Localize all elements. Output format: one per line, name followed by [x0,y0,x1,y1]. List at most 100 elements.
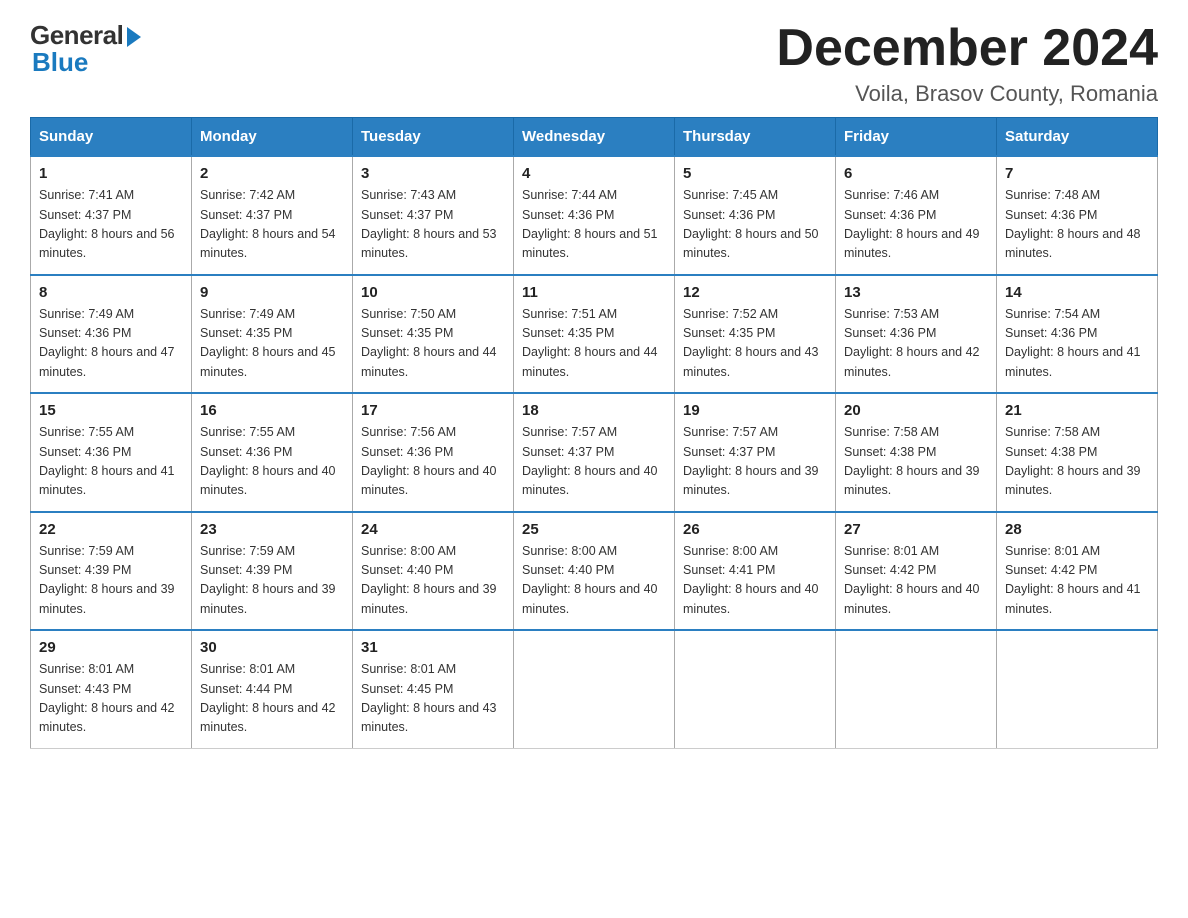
day-number: 8 [39,284,183,301]
day-number: 13 [844,284,988,301]
calendar-day-cell: 22 Sunrise: 7:59 AM Sunset: 4:39 PM Dayl… [31,512,192,631]
day-info: Sunrise: 7:46 AM Sunset: 4:36 PM Dayligh… [844,186,988,264]
calendar-day-cell: 31 Sunrise: 8:01 AM Sunset: 4:45 PM Dayl… [353,630,514,748]
day-info: Sunrise: 7:50 AM Sunset: 4:35 PM Dayligh… [361,305,505,383]
calendar-table: Sunday Monday Tuesday Wednesday Thursday… [30,117,1158,749]
day-info: Sunrise: 7:55 AM Sunset: 4:36 PM Dayligh… [39,423,183,501]
location-text: Voila, Brasov County, Romania [776,81,1158,107]
day-info: Sunrise: 7:57 AM Sunset: 4:37 PM Dayligh… [522,423,666,501]
calendar-day-cell [675,630,836,748]
header-wednesday: Wednesday [514,118,675,157]
calendar-day-cell [514,630,675,748]
day-info: Sunrise: 7:55 AM Sunset: 4:36 PM Dayligh… [200,423,344,501]
week-row-4: 22 Sunrise: 7:59 AM Sunset: 4:39 PM Dayl… [31,512,1158,631]
calendar-day-cell: 12 Sunrise: 7:52 AM Sunset: 4:35 PM Dayl… [675,275,836,394]
calendar-day-cell: 28 Sunrise: 8:01 AM Sunset: 4:42 PM Dayl… [997,512,1158,631]
day-info: Sunrise: 7:57 AM Sunset: 4:37 PM Dayligh… [683,423,827,501]
calendar-day-cell: 20 Sunrise: 7:58 AM Sunset: 4:38 PM Dayl… [836,393,997,512]
day-info: Sunrise: 7:41 AM Sunset: 4:37 PM Dayligh… [39,186,183,264]
day-info: Sunrise: 8:00 AM Sunset: 4:40 PM Dayligh… [361,542,505,620]
day-number: 30 [200,639,344,656]
logo-arrow-icon [127,27,141,47]
day-number: 9 [200,284,344,301]
day-info: Sunrise: 7:42 AM Sunset: 4:37 PM Dayligh… [200,186,344,264]
day-number: 15 [39,402,183,419]
calendar-day-cell: 30 Sunrise: 8:01 AM Sunset: 4:44 PM Dayl… [192,630,353,748]
day-number: 27 [844,521,988,538]
calendar-day-cell: 17 Sunrise: 7:56 AM Sunset: 4:36 PM Dayl… [353,393,514,512]
calendar-day-cell: 1 Sunrise: 7:41 AM Sunset: 4:37 PM Dayli… [31,156,192,275]
day-number: 6 [844,165,988,182]
calendar-day-cell: 7 Sunrise: 7:48 AM Sunset: 4:36 PM Dayli… [997,156,1158,275]
day-number: 25 [522,521,666,538]
day-info: Sunrise: 8:01 AM Sunset: 4:42 PM Dayligh… [1005,542,1149,620]
calendar-day-cell: 13 Sunrise: 7:53 AM Sunset: 4:36 PM Dayl… [836,275,997,394]
week-row-3: 15 Sunrise: 7:55 AM Sunset: 4:36 PM Dayl… [31,393,1158,512]
header-tuesday: Tuesday [353,118,514,157]
day-number: 4 [522,165,666,182]
title-section: December 2024 Voila, Brasov County, Roma… [776,20,1158,107]
calendar-day-cell: 29 Sunrise: 8:01 AM Sunset: 4:43 PM Dayl… [31,630,192,748]
day-info: Sunrise: 7:52 AM Sunset: 4:35 PM Dayligh… [683,305,827,383]
day-number: 26 [683,521,827,538]
calendar-day-cell: 27 Sunrise: 8:01 AM Sunset: 4:42 PM Dayl… [836,512,997,631]
header-friday: Friday [836,118,997,157]
calendar-day-cell: 25 Sunrise: 8:00 AM Sunset: 4:40 PM Dayl… [514,512,675,631]
calendar-day-cell: 3 Sunrise: 7:43 AM Sunset: 4:37 PM Dayli… [353,156,514,275]
calendar-day-cell: 8 Sunrise: 7:49 AM Sunset: 4:36 PM Dayli… [31,275,192,394]
day-info: Sunrise: 8:01 AM Sunset: 4:45 PM Dayligh… [361,660,505,738]
calendar-day-cell [836,630,997,748]
day-number: 28 [1005,521,1149,538]
day-info: Sunrise: 7:59 AM Sunset: 4:39 PM Dayligh… [39,542,183,620]
day-number: 14 [1005,284,1149,301]
calendar-day-cell: 24 Sunrise: 8:00 AM Sunset: 4:40 PM Dayl… [353,512,514,631]
header-sunday: Sunday [31,118,192,157]
calendar-day-cell: 21 Sunrise: 7:58 AM Sunset: 4:38 PM Dayl… [997,393,1158,512]
day-info: Sunrise: 7:53 AM Sunset: 4:36 PM Dayligh… [844,305,988,383]
day-info: Sunrise: 7:44 AM Sunset: 4:36 PM Dayligh… [522,186,666,264]
calendar-day-cell: 5 Sunrise: 7:45 AM Sunset: 4:36 PM Dayli… [675,156,836,275]
day-number: 1 [39,165,183,182]
day-number: 22 [39,521,183,538]
day-number: 3 [361,165,505,182]
day-info: Sunrise: 7:58 AM Sunset: 4:38 PM Dayligh… [844,423,988,501]
day-number: 10 [361,284,505,301]
day-info: Sunrise: 8:01 AM Sunset: 4:44 PM Dayligh… [200,660,344,738]
header-thursday: Thursday [675,118,836,157]
day-number: 17 [361,402,505,419]
calendar-day-cell: 14 Sunrise: 7:54 AM Sunset: 4:36 PM Dayl… [997,275,1158,394]
logo-blue-text: Blue [32,47,88,78]
header-monday: Monday [192,118,353,157]
day-info: Sunrise: 7:45 AM Sunset: 4:36 PM Dayligh… [683,186,827,264]
day-number: 2 [200,165,344,182]
month-title: December 2024 [776,20,1158,77]
week-row-5: 29 Sunrise: 8:01 AM Sunset: 4:43 PM Dayl… [31,630,1158,748]
day-info: Sunrise: 8:01 AM Sunset: 4:42 PM Dayligh… [844,542,988,620]
day-number: 12 [683,284,827,301]
calendar-day-cell: 18 Sunrise: 7:57 AM Sunset: 4:37 PM Dayl… [514,393,675,512]
week-row-1: 1 Sunrise: 7:41 AM Sunset: 4:37 PM Dayli… [31,156,1158,275]
calendar-day-cell: 4 Sunrise: 7:44 AM Sunset: 4:36 PM Dayli… [514,156,675,275]
day-number: 24 [361,521,505,538]
calendar-day-cell: 16 Sunrise: 7:55 AM Sunset: 4:36 PM Dayl… [192,393,353,512]
weekday-header-row: Sunday Monday Tuesday Wednesday Thursday… [31,118,1158,157]
day-number: 31 [361,639,505,656]
day-number: 18 [522,402,666,419]
calendar-day-cell: 2 Sunrise: 7:42 AM Sunset: 4:37 PM Dayli… [192,156,353,275]
calendar-day-cell: 26 Sunrise: 8:00 AM Sunset: 4:41 PM Dayl… [675,512,836,631]
day-number: 20 [844,402,988,419]
day-info: Sunrise: 7:51 AM Sunset: 4:35 PM Dayligh… [522,305,666,383]
day-info: Sunrise: 7:49 AM Sunset: 4:36 PM Dayligh… [39,305,183,383]
day-info: Sunrise: 8:01 AM Sunset: 4:43 PM Dayligh… [39,660,183,738]
day-info: Sunrise: 7:58 AM Sunset: 4:38 PM Dayligh… [1005,423,1149,501]
calendar-day-cell: 23 Sunrise: 7:59 AM Sunset: 4:39 PM Dayl… [192,512,353,631]
day-info: Sunrise: 7:59 AM Sunset: 4:39 PM Dayligh… [200,542,344,620]
week-row-2: 8 Sunrise: 7:49 AM Sunset: 4:36 PM Dayli… [31,275,1158,394]
day-info: Sunrise: 7:56 AM Sunset: 4:36 PM Dayligh… [361,423,505,501]
calendar-day-cell: 15 Sunrise: 7:55 AM Sunset: 4:36 PM Dayl… [31,393,192,512]
calendar-day-cell: 6 Sunrise: 7:46 AM Sunset: 4:36 PM Dayli… [836,156,997,275]
day-number: 7 [1005,165,1149,182]
day-number: 19 [683,402,827,419]
day-info: Sunrise: 7:54 AM Sunset: 4:36 PM Dayligh… [1005,305,1149,383]
calendar-day-cell: 10 Sunrise: 7:50 AM Sunset: 4:35 PM Dayl… [353,275,514,394]
